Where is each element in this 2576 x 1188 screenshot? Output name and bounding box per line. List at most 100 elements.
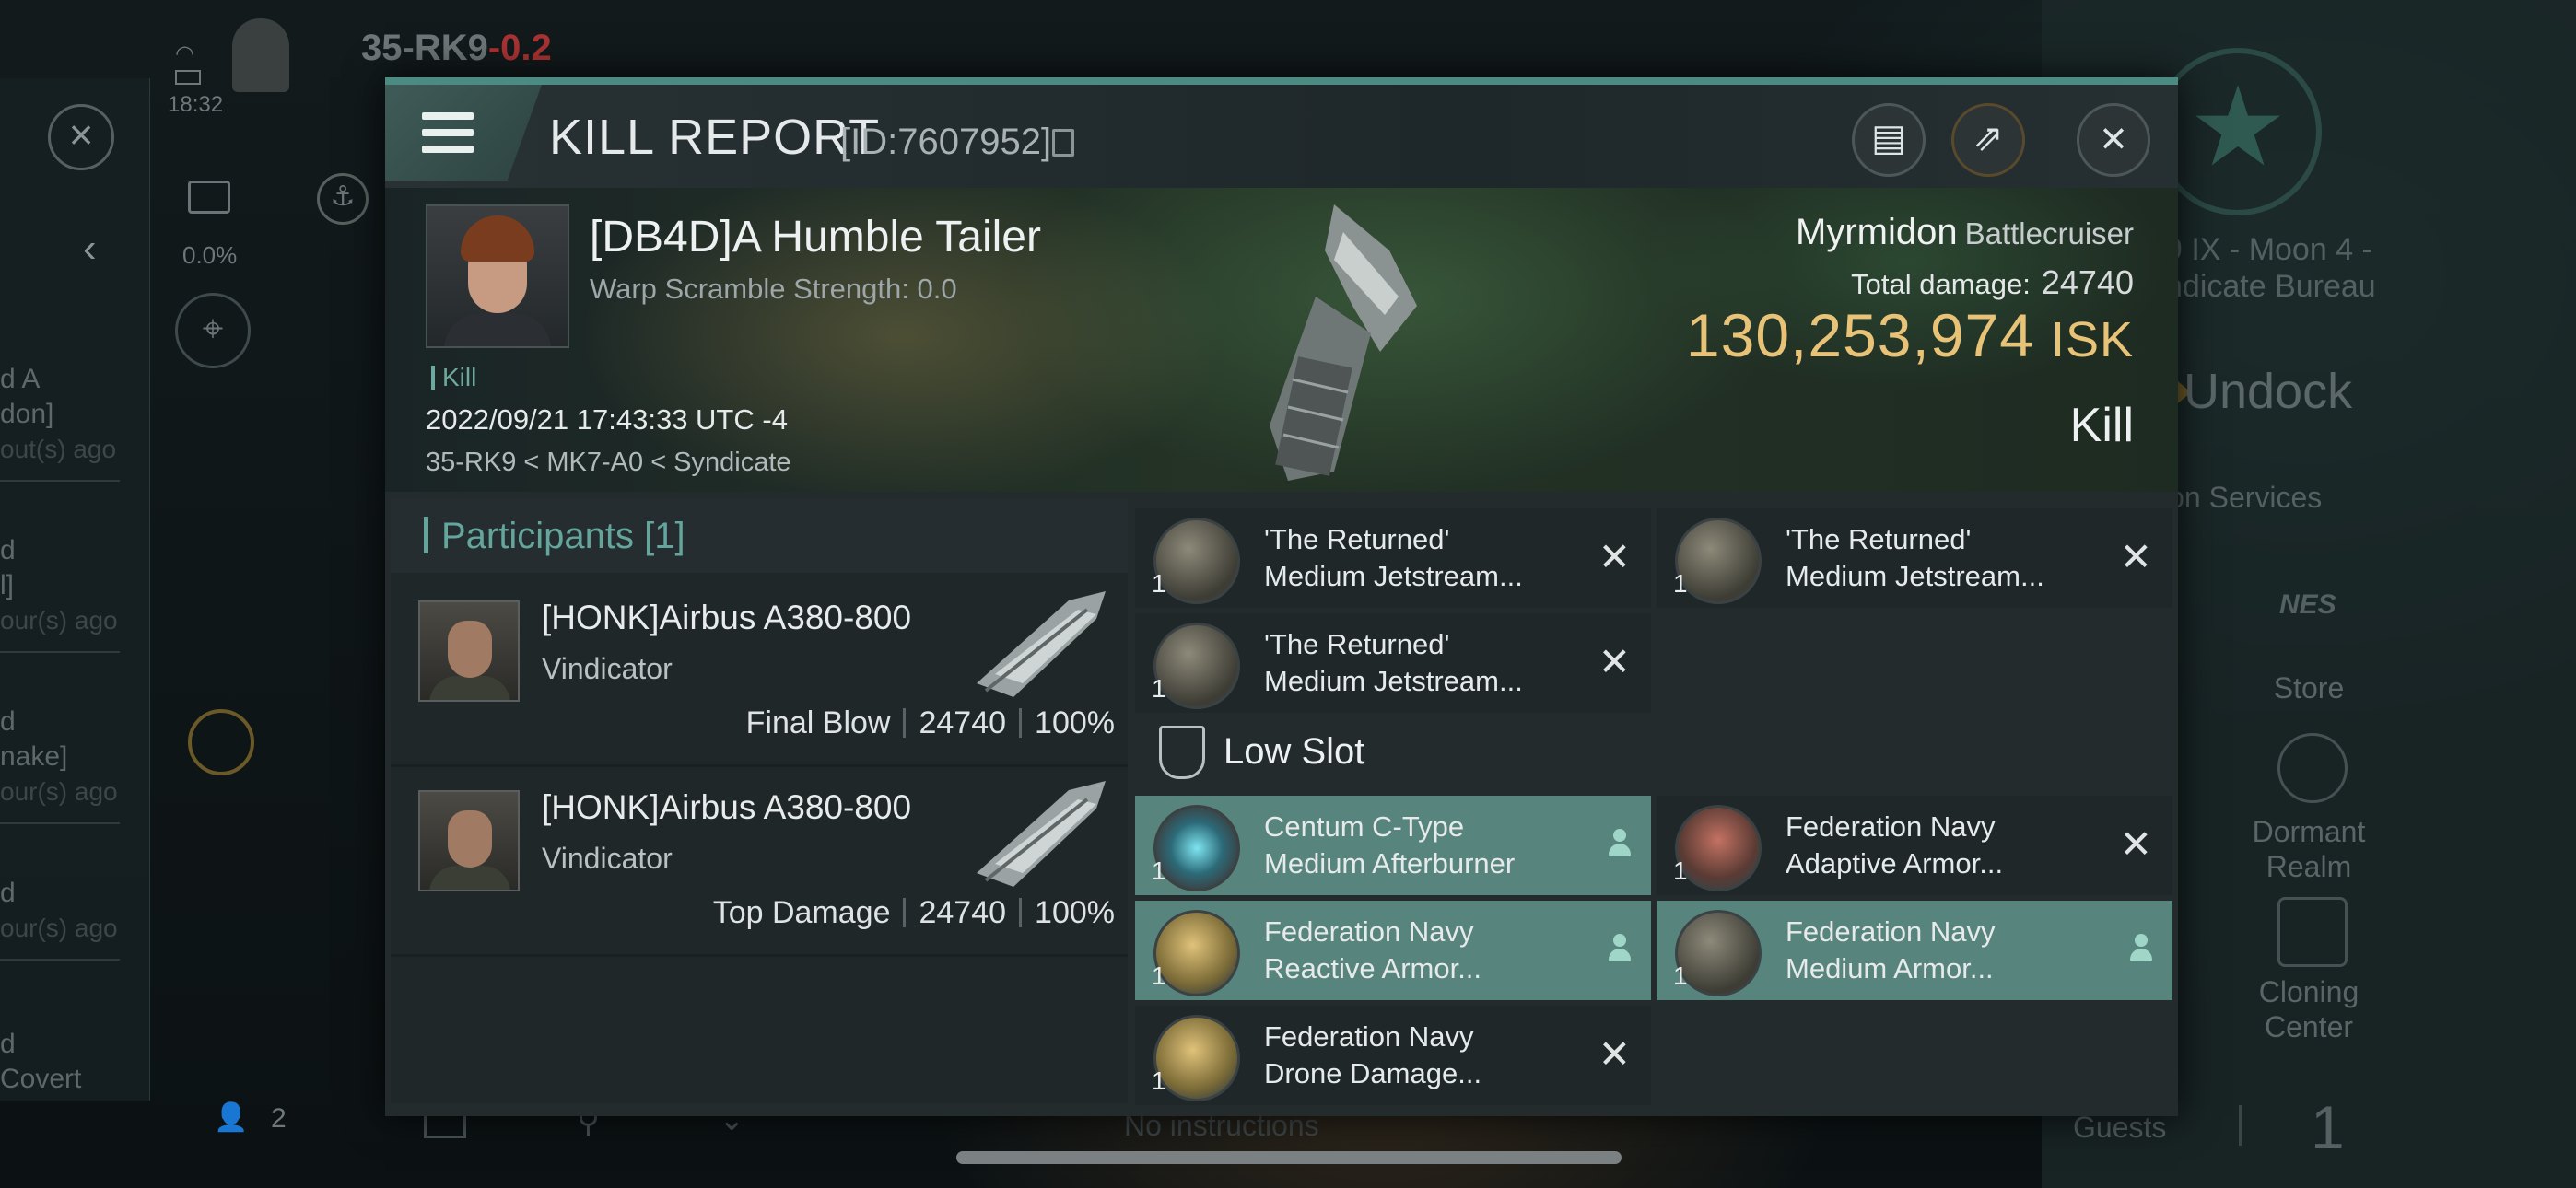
module-quantity: 1 <box>1152 856 1166 885</box>
divider <box>0 822 120 824</box>
anchor-icon[interactable]: ⚓ <box>317 173 369 225</box>
module-name-line1: Federation Navy <box>1264 915 1474 948</box>
afterburner-module-icon <box>1153 805 1240 891</box>
dormant-label-line1: Dormant <box>2252 815 2366 848</box>
module-quantity: 1 <box>1673 961 1688 990</box>
module-name: Federation Navy Medium Armor... <box>1786 914 1995 987</box>
cloning-center-button[interactable]: Cloning Center <box>2217 974 2401 1044</box>
menu-button[interactable] <box>385 85 542 181</box>
pilot-avatar[interactable] <box>232 18 289 92</box>
module-item[interactable]: 1 Centum C-Type Medium Afterburner <box>1135 796 1651 895</box>
participant-avatar[interactable] <box>418 790 520 891</box>
module-item[interactable]: 1 Federation Navy Medium Armor... <box>1657 901 2172 1000</box>
left-item-line1: d <box>0 878 16 908</box>
copy-icon[interactable] <box>1052 129 1074 157</box>
module-name-line2: Medium Jetstream... <box>1264 560 1523 592</box>
report-result: Kill <box>2069 399 2134 452</box>
battery-icon <box>175 70 201 85</box>
modal-header: KILL REPORT [ID:7607952] ▤ ⇗ × <box>385 85 2178 188</box>
participant-ship-image <box>977 591 1106 697</box>
module-item[interactable]: 1 'The Returned' Medium Jetstream... ✕ <box>1135 613 1651 713</box>
home-indicator[interactable] <box>956 1151 1622 1164</box>
participant-ship: Vindicator <box>542 652 673 685</box>
total-damage: Total damage: 24740 <box>1851 263 2134 302</box>
undock-button[interactable]: Undock <box>2184 363 2352 420</box>
chat-count: 2 <box>271 1103 287 1134</box>
cloning-center-icon[interactable] <box>2277 897 2348 967</box>
destroyed-icon: ✕ <box>1598 535 1631 578</box>
station-name-line2: ndicate Bureau <box>2165 269 2376 304</box>
module-name-line1: 'The Returned' <box>1264 628 1450 660</box>
guests-count: 1 <box>2311 1093 2345 1161</box>
participant-damage: 24740 <box>919 895 1007 930</box>
victim-portrait[interactable] <box>426 204 569 348</box>
module-name-line1: Federation Navy <box>1786 915 1996 948</box>
contacts-icon[interactable]: 👤 <box>214 1101 248 1135</box>
module-quantity: 1 <box>1152 961 1166 990</box>
kill-report-modal: KILL REPORT [ID:7607952] ▤ ⇗ × [DB4D]A H… <box>385 77 2178 1116</box>
layers-icon[interactable] <box>188 181 230 214</box>
chevron-left-icon[interactable]: ‹ <box>83 226 97 272</box>
close-button[interactable]: × <box>2077 103 2150 177</box>
ship-class: Battlecruiser <box>1964 216 2134 250</box>
module-name-line2: Medium Jetstream... <box>1264 665 1523 697</box>
system-name[interactable]: 35-RK9-0.2 <box>361 28 552 69</box>
left-list-item[interactable]: d A don] out(s) ago <box>0 362 138 482</box>
module-name-line1: Federation Navy <box>1264 1020 1474 1053</box>
services-label: ion Services <box>2161 481 2323 514</box>
module-quantity: 1 <box>1673 856 1688 885</box>
participant-row[interactable]: [HONK]Airbus A380-800 Vindicator Final B… <box>391 577 1128 767</box>
left-item-line1: d <box>0 535 16 565</box>
module-item[interactable]: 1 Federation Navy Adaptive Armor... ✕ <box>1657 796 2172 895</box>
module-name-line2: Reactive Armor... <box>1264 952 1482 984</box>
dropped-pilot-icon <box>1607 934 1633 965</box>
module-item[interactable]: 1 Federation Navy Drone Damage... ✕ <box>1135 1006 1651 1105</box>
destroyed-icon: ✕ <box>1598 640 1631 683</box>
victim-ship[interactable]: Myrmidon Battlecruiser <box>1796 212 2134 253</box>
dropped-pilot-icon <box>1607 829 1633 860</box>
dormant-realm-icon[interactable] <box>2277 733 2348 803</box>
module-name: 'The Returned' Medium Jetstream... <box>1264 626 1523 700</box>
modal-title: KILL REPORT <box>549 110 881 165</box>
report-id: [ID:7607952] <box>840 122 1052 162</box>
target-icon[interactable] <box>188 709 254 775</box>
participant-ship-image <box>977 781 1106 887</box>
low-slot-icon <box>1159 726 1205 779</box>
left-list-item[interactable]: d Covert <box>0 1027 138 1097</box>
percent-readout: 0.0% <box>182 241 238 269</box>
clipboard-icon: ▤ <box>1871 118 1906 158</box>
close-icon[interactable]: × <box>48 104 114 170</box>
clipboard-button[interactable]: ▤ <box>1852 103 1926 177</box>
module-name-line2: Medium Afterburner <box>1264 847 1516 879</box>
total-damage-value: 24740 <box>2041 263 2134 301</box>
participant-row[interactable]: [HONK]Airbus A380-800 Vindicator Top Dam… <box>391 766 1128 957</box>
module-item[interactable]: 1 'The Returned' Medium Jetstream... ✕ <box>1657 508 2172 608</box>
module-name-line1: 'The Returned' <box>1786 523 1972 555</box>
dormant-realm-button[interactable]: Dormant Realm <box>2217 814 2401 884</box>
module-name-line1: Federation Navy <box>1786 810 1996 843</box>
store-button[interactable]: Store <box>2217 670 2401 705</box>
left-list-item[interactable]: d our(s) ago <box>0 876 138 961</box>
isk-value: 130,253,974 ISK <box>1686 300 2134 370</box>
drone-damage-module-icon <box>1153 1015 1240 1101</box>
left-item-line1: d <box>0 1029 16 1059</box>
corporation-emblem-icon: ★ <box>2154 48 2322 215</box>
nes-icon[interactable]: NES <box>2279 589 2336 621</box>
module-item[interactable]: 1 Federation Navy Reactive Armor... <box>1135 901 1651 1000</box>
participant-avatar[interactable] <box>418 600 520 702</box>
warp-scramble-strength: Warp Scramble Strength: 0.0 <box>590 273 957 305</box>
jetstream-module-icon <box>1675 518 1762 604</box>
left-list-item[interactable]: d l] our(s) ago <box>0 533 138 653</box>
victim-name[interactable]: [DB4D]A Humble Tailer <box>590 212 1041 262</box>
victim-banner: [DB4D]A Humble Tailer Warp Scramble Stre… <box>385 188 2178 492</box>
dormant-label-line2: Realm <box>2266 850 2352 883</box>
security-status: -0.2 <box>487 28 552 68</box>
module-item[interactable]: 1 'The Returned' Medium Jetstream... ✕ <box>1135 508 1651 608</box>
participants-panel: Participants [1] [HONK]Airbus A380-800 V… <box>391 499 1128 1103</box>
location-pin-icon[interactable]: ⌖ <box>175 293 251 368</box>
hamburger-icon <box>422 112 474 153</box>
clock: 18:32 <box>168 92 224 117</box>
left-list-item[interactable]: d nake] our(s) ago <box>0 705 138 824</box>
share-button[interactable]: ⇗ <box>1951 103 2025 177</box>
reactive-armor-module-icon <box>1153 910 1240 996</box>
